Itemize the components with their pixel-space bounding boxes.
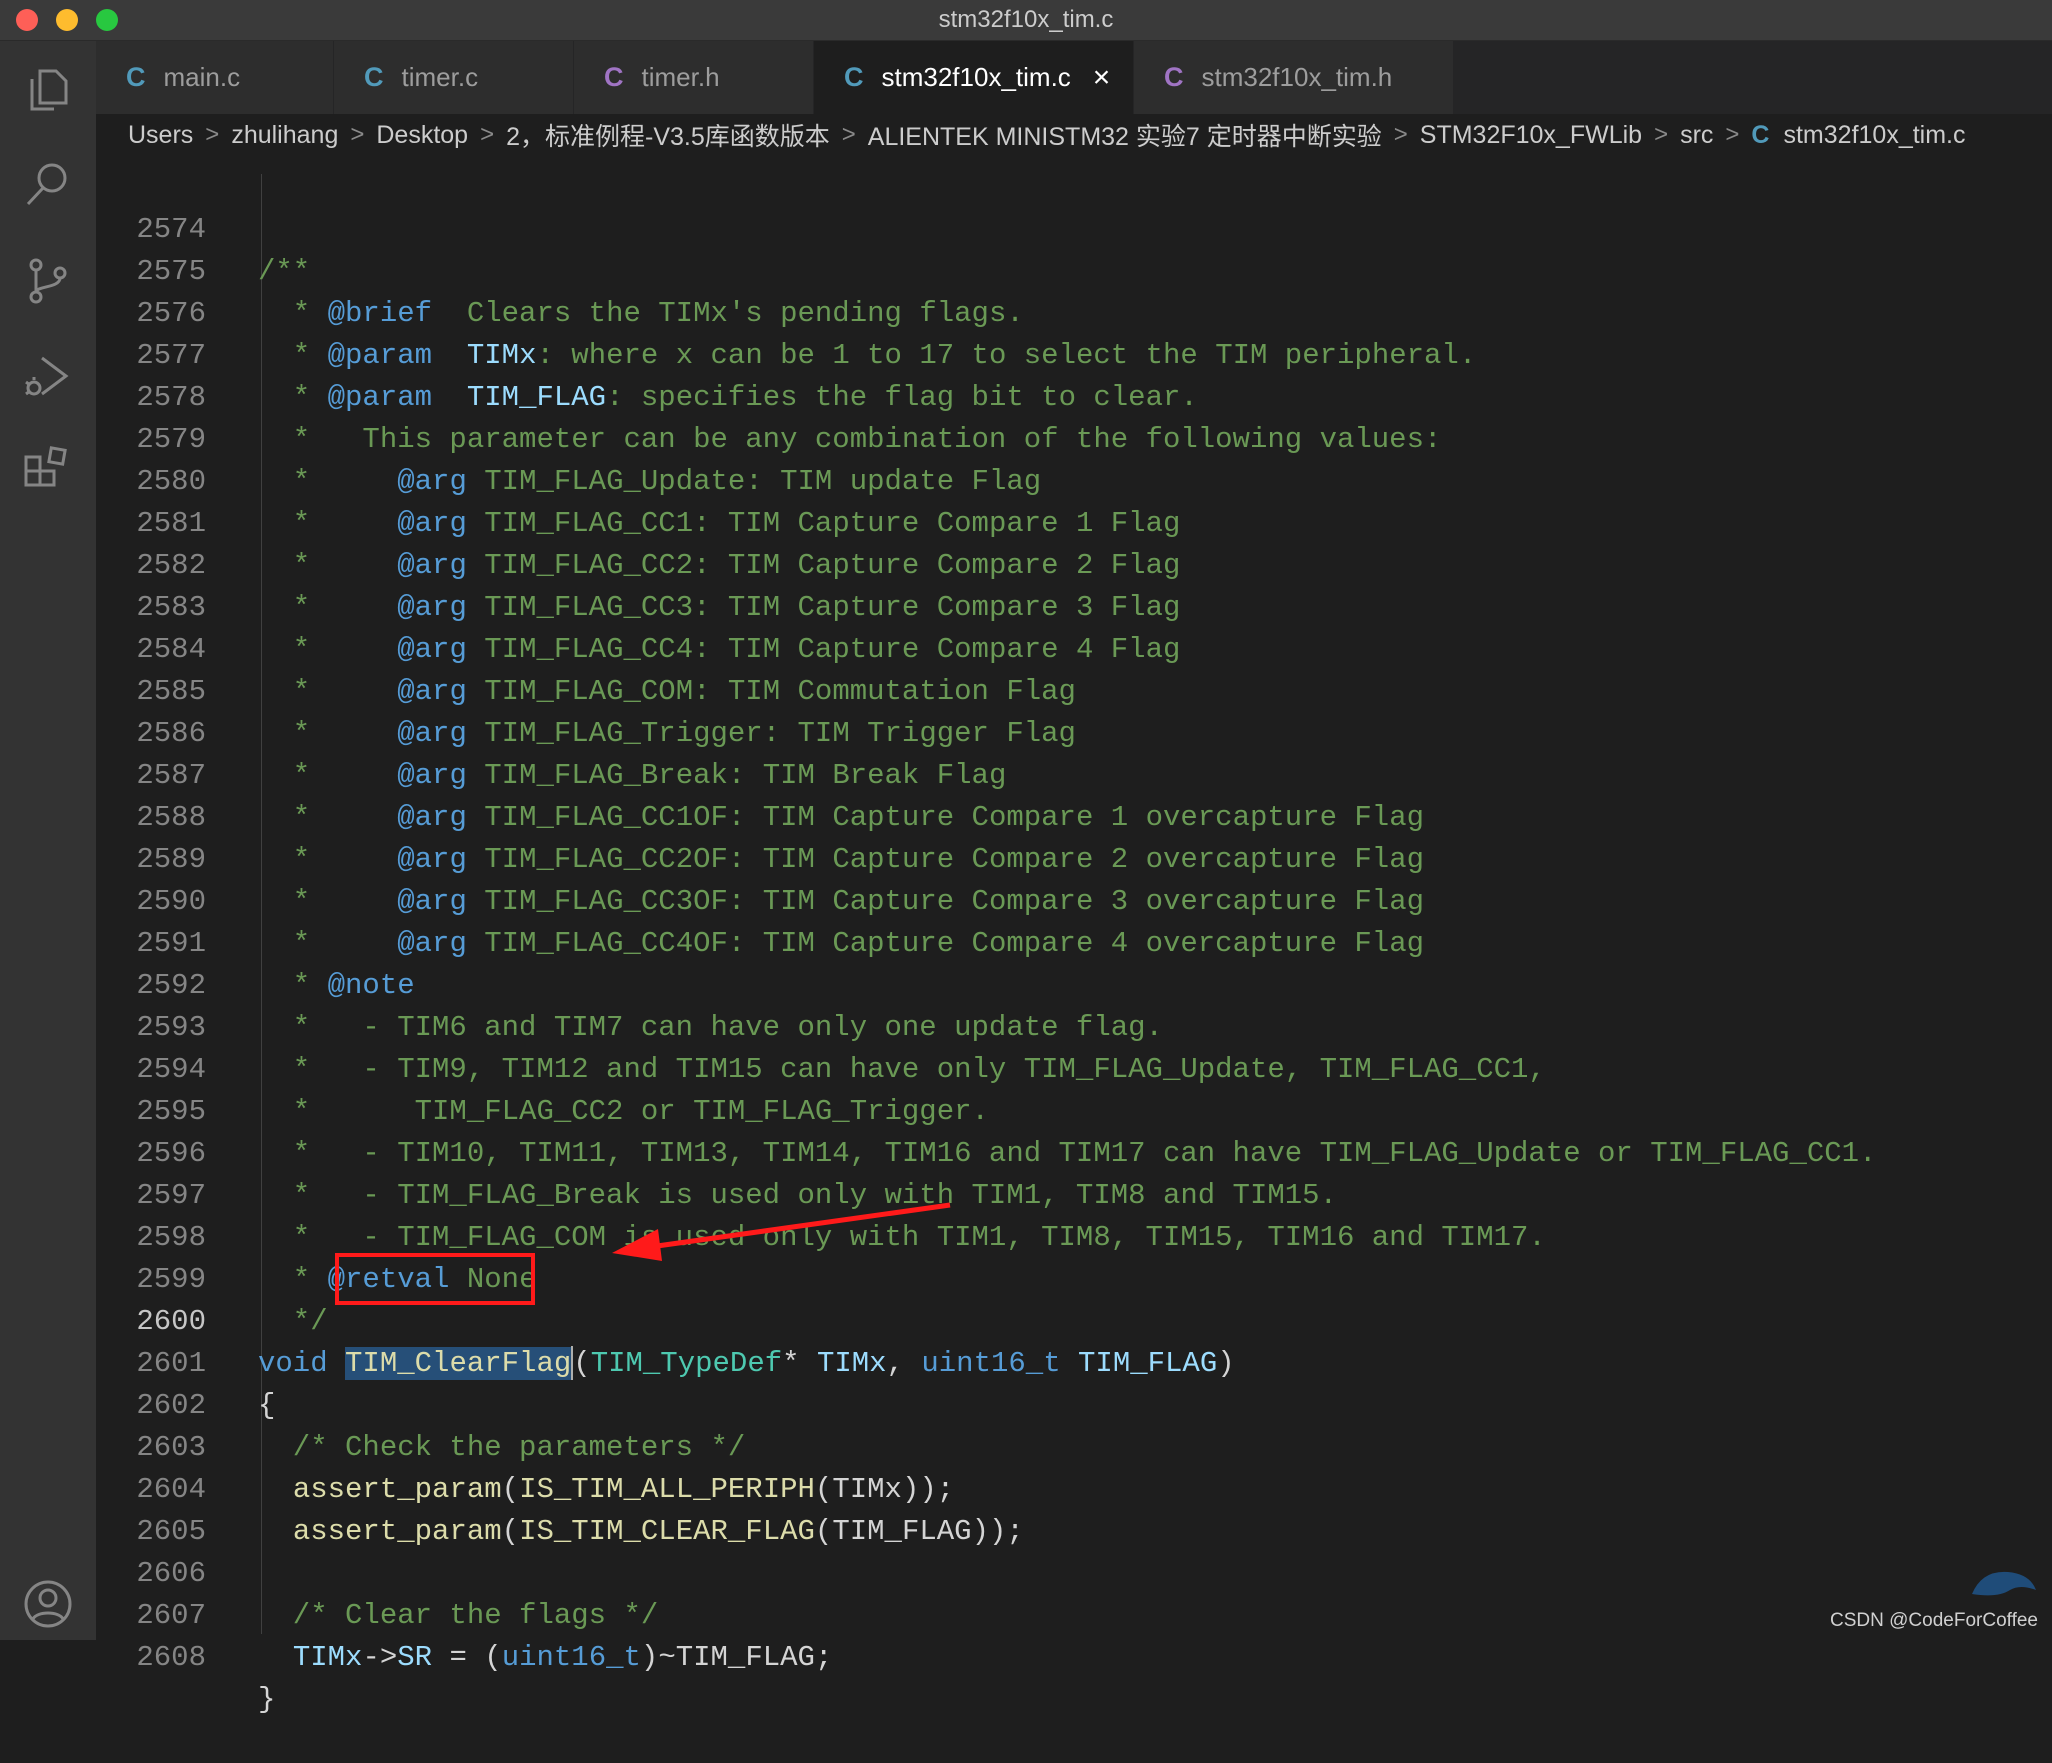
code-line: 2608 } (96, 1595, 2052, 1716)
code-line: 2606 /* Clear the flags */ (96, 1511, 2052, 1632)
h-file-icon: C (604, 62, 624, 92)
c-file-icon: C (126, 62, 146, 92)
code-line: 2578 * This parameter can be any combina… (96, 335, 2052, 456)
code-line: 2586 * @arg TIM_FLAG_Break: TIM Break Fl… (96, 671, 2052, 792)
tab-bar: C main.c C timer.c C timer.h C stm32f10x… (96, 41, 2052, 114)
breadcrumb-item[interactable]: ALIENTEK MINISTM32 实验7 定时器中断实验 (868, 117, 1382, 153)
code-line: 2592 * - TIM6 and TIM7 can have only one… (96, 923, 2052, 1044)
code-line: 2601 { (96, 1301, 2052, 1422)
account-icon[interactable] (20, 1576, 76, 1632)
tab-label: timer.h (641, 62, 720, 92)
tab-label: timer.c (401, 62, 479, 92)
code-line: 2580 * @arg TIM_FLAG_CC1: TIM Capture Co… (96, 419, 2052, 540)
code-line: 2594 * TIM_FLAG_CC2 or TIM_FLAG_Trigger. (96, 1007, 2052, 1128)
run-debug-icon[interactable] (20, 348, 76, 404)
h-file-icon: C (1164, 62, 1184, 92)
code-line: 2607 TIMx->SR = (uint16_t)~TIM_FLAG; (96, 1553, 2052, 1674)
breadcrumb-item[interactable]: STM32F10x_FWLib (1420, 121, 1642, 150)
code-line: 2579 * @arg TIM_FLAG_Update: TIM update … (96, 377, 2052, 498)
chevron-right-icon: > (1725, 121, 1740, 148)
code-line: 2582 * @arg TIM_FLAG_CC3: TIM Capture Co… (96, 503, 2052, 624)
annotation-arrow-icon (612, 1202, 951, 1261)
breadcrumb-item[interactable]: zhulihang (231, 121, 338, 150)
code-line: 2597 * - TIM_FLAG_COM is used only with … (96, 1133, 2052, 1254)
code-line: 2591 * @note (96, 881, 2052, 1002)
window-title: stm32f10x_tim.c (938, 6, 1114, 33)
activity-bar (0, 41, 96, 1640)
code-editor[interactable]: 2574 /** 2575 * @brief Clears the TIMx's… (96, 166, 2052, 1716)
watermark-logo-icon (1972, 1571, 2036, 1596)
code-line: 2598 * @retval None (96, 1175, 2052, 1296)
code-line: 2595 * - TIM10, TIM11, TIM13, TIM14, TIM… (96, 1049, 2052, 1170)
tab-label: stm32f10x_tim.c (881, 62, 1071, 92)
code-text: } (258, 1683, 276, 1716)
breadcrumb-item[interactable]: Users (128, 121, 193, 150)
extensions-icon[interactable] (20, 443, 76, 499)
chevron-right-icon: > (1654, 121, 1669, 148)
code-line: 2588 * @arg TIM_FLAG_CC2OF: TIM Capture … (96, 755, 2052, 876)
explorer-icon[interactable] (20, 61, 76, 117)
search-icon[interactable] (20, 156, 76, 212)
code-text: TIMx->SR = (uint16_t)~TIM_FLAG; (292, 1641, 833, 1674)
breadcrumb-item[interactable]: Desktop (376, 121, 468, 150)
breadcrumb-item[interactable]: src (1680, 121, 1713, 150)
c-file-icon: C (1751, 120, 1770, 149)
line-number: 2608 (136, 1641, 206, 1674)
chevron-right-icon: > (350, 121, 365, 148)
code-line: 2581 * @arg TIM_FLAG_CC2: TIM Capture Co… (96, 461, 2052, 582)
chevron-right-icon: > (205, 121, 220, 148)
tab-main-c[interactable]: C main.c (96, 41, 334, 114)
breadcrumb: Users > zhulihang > Desktop > 2，标准例程-V3.… (96, 114, 2052, 156)
code-line: 2596 * - TIM_FLAG_Break is used only wit… (96, 1091, 2052, 1212)
code-line: 2605 (96, 1469, 2052, 1548)
tab-timer-c[interactable]: C timer.c (334, 41, 574, 114)
close-tab-icon[interactable]: × (1093, 62, 1111, 93)
code-line: 2604 assert_param(IS_TIM_CLEAR_FLAG(TIM_… (96, 1427, 2052, 1548)
code-line: 2577 * @param TIM_FLAG: specifies the fl… (96, 293, 2052, 414)
annotation-highlight-box (335, 1253, 535, 1305)
code-line: 2584 * @arg TIM_FLAG_COM: TIM Commutatio… (96, 587, 2052, 708)
code-line: 2602 /* Check the parameters */ (96, 1343, 2052, 1464)
tab-label: stm32f10x_tim.h (1201, 62, 1393, 92)
code-line: 2574 /** (96, 167, 2052, 288)
c-file-icon: C (844, 62, 864, 92)
tab-timer-h[interactable]: C timer.h (574, 41, 814, 114)
chevron-right-icon: > (1393, 121, 1408, 148)
tab-stm32f10x-tim-h[interactable]: C stm32f10x_tim.h (1134, 41, 1454, 114)
tab-stm32f10x-tim-c[interactable]: C stm32f10x_tim.c × (814, 41, 1134, 114)
code-line: 2603 assert_param(IS_TIM_ALL_PERIPH(TIMx… (96, 1385, 2052, 1506)
title-bar: stm32f10x_tim.c (0, 0, 2052, 41)
breadcrumb-file[interactable]: stm32f10x_tim.c (1783, 121, 1965, 150)
code-line: 2585 * @arg TIM_FLAG_Trigger: TIM Trigge… (96, 629, 2052, 750)
watermark-text: CSDN @CodeForCoffee (1830, 1610, 2038, 1631)
code-line: 2576 * @param TIMx: where x can be 1 to … (96, 251, 2052, 372)
code-line: 2590 * @arg TIM_FLAG_CC4OF: TIM Capture … (96, 839, 2052, 960)
code-line: 2587 * @arg TIM_FLAG_CC1OF: TIM Capture … (96, 713, 2052, 834)
code-line: 2593 * - TIM9, TIM12 and TIM15 can have … (96, 965, 2052, 1086)
chevron-right-icon: > (841, 121, 856, 148)
code-line: 2583 * @arg TIM_FLAG_CC4: TIM Capture Co… (96, 545, 2052, 666)
code-line: 2589 * @arg TIM_FLAG_CC3OF: TIM Capture … (96, 797, 2052, 918)
tab-label: main.c (163, 62, 241, 92)
chevron-right-icon: > (480, 121, 495, 148)
breadcrumb-item[interactable]: 2，标准例程-V3.5库函数版本 (506, 117, 830, 153)
source-control-icon[interactable] (20, 253, 76, 309)
c-file-icon: C (364, 62, 384, 92)
code-line: 2575 * @brief Clears the TIMx's pending … (96, 209, 2052, 330)
